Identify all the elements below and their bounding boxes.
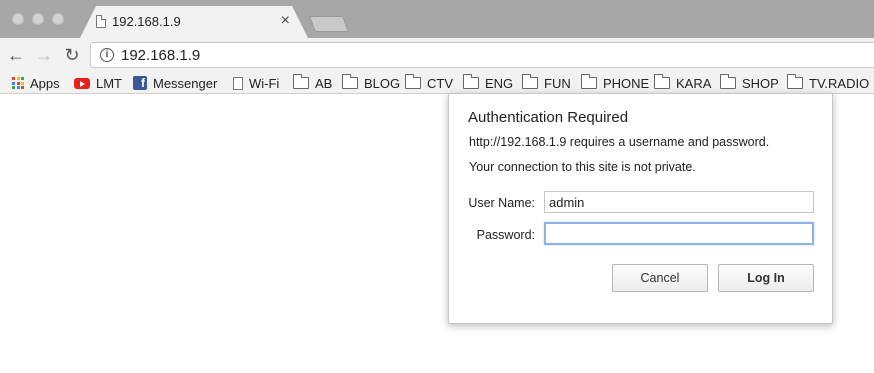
dialog-warning: Your connection to this site is not priv…	[469, 160, 696, 174]
info-icon[interactable]: i	[100, 48, 114, 62]
bookmark-label: AB	[315, 75, 333, 91]
cancel-button[interactable]: Cancel	[612, 264, 708, 292]
bookmark-label: FUN	[544, 75, 571, 91]
bookmark-label: Messenger	[153, 75, 218, 91]
page-icon	[233, 76, 243, 90]
bookmark-ctv[interactable]: CTV	[405, 74, 453, 91]
bookmark-label: CTV	[427, 75, 453, 91]
password-label: Password:	[476, 228, 535, 242]
folder-icon	[581, 74, 597, 89]
bookmark-ab[interactable]: AB	[293, 74, 333, 91]
bookmark-messenger[interactable]: f Messenger	[133, 75, 217, 91]
bookmark-kara[interactable]: KARA	[654, 74, 712, 91]
bookmark-label: KARA	[676, 75, 712, 91]
address-bar[interactable]: i 192.168.1.9	[90, 42, 874, 68]
close-tab-icon[interactable]: ×	[281, 13, 290, 29]
new-tab-button[interactable]	[309, 16, 349, 32]
bookmark-phone[interactable]: PHONE	[581, 74, 650, 91]
bookmark-label: PHONE	[603, 75, 650, 91]
log-in-button[interactable]: Log In	[718, 264, 814, 292]
username-field[interactable]	[544, 191, 814, 213]
username-label: User Name:	[468, 196, 535, 210]
bookmark-apps[interactable]: Apps	[12, 75, 60, 91]
apps-grid-icon	[12, 77, 24, 89]
bookmark-blog[interactable]: BLOG	[342, 74, 401, 91]
bookmark-label: Wi-Fi	[249, 75, 280, 91]
maximize-window-button[interactable]	[52, 13, 64, 25]
bookmark-label: TV.RADIO	[809, 75, 870, 91]
dialog-message: http://192.168.1.9 requires a username a…	[469, 135, 770, 149]
folder-icon	[463, 74, 479, 89]
bookmark-lmt[interactable]: LMT	[74, 75, 122, 91]
tab-strip: 192.168.1.9 ×	[0, 0, 874, 38]
forward-arrow-icon[interactable]: →	[34, 45, 54, 65]
bookmark-label: ENG	[485, 75, 514, 91]
bookmark-fun[interactable]: FUN	[522, 74, 571, 91]
bookmark-label: LMT	[96, 75, 122, 91]
youtube-icon	[74, 77, 90, 89]
minimize-window-button[interactable]	[32, 13, 44, 25]
page-icon	[96, 15, 106, 28]
back-arrow-icon[interactable]: ←	[6, 45, 26, 65]
reload-icon[interactable]: ↻	[62, 45, 82, 65]
authentication-dialog: Authentication Required http://192.168.1…	[448, 93, 833, 324]
toolbar: ← → ↻ i 192.168.1.9	[0, 38, 874, 72]
folder-icon	[654, 74, 670, 89]
bookmarks-bar: Apps LMT f Messenger Wi-Fi AB BLOG CTV E…	[0, 72, 874, 94]
bookmark-shop[interactable]: SHOP	[720, 74, 779, 91]
folder-icon	[293, 74, 309, 89]
close-window-button[interactable]	[12, 13, 24, 25]
facebook-icon: f	[133, 76, 147, 90]
bookmark-tv-radio[interactable]: TV.RADIO	[787, 74, 870, 91]
tab-title: 192.168.1.9	[112, 14, 181, 29]
folder-icon	[405, 74, 421, 89]
bookmark-label: Apps	[30, 75, 60, 91]
folder-icon	[342, 74, 358, 89]
bookmark-label: SHOP	[742, 75, 779, 91]
bookmark-eng[interactable]: ENG	[463, 74, 514, 91]
url-text[interactable]: 192.168.1.9	[121, 47, 200, 64]
active-tab[interactable]: 192.168.1.9 ×	[80, 6, 308, 38]
bookmark-wifi[interactable]: Wi-Fi	[233, 75, 279, 91]
bookmark-label: BLOG	[364, 75, 401, 91]
folder-icon	[787, 74, 803, 89]
password-field[interactable]	[544, 222, 814, 245]
folder-icon	[720, 74, 736, 89]
folder-icon	[522, 74, 538, 89]
dialog-title: Authentication Required	[468, 109, 629, 126]
